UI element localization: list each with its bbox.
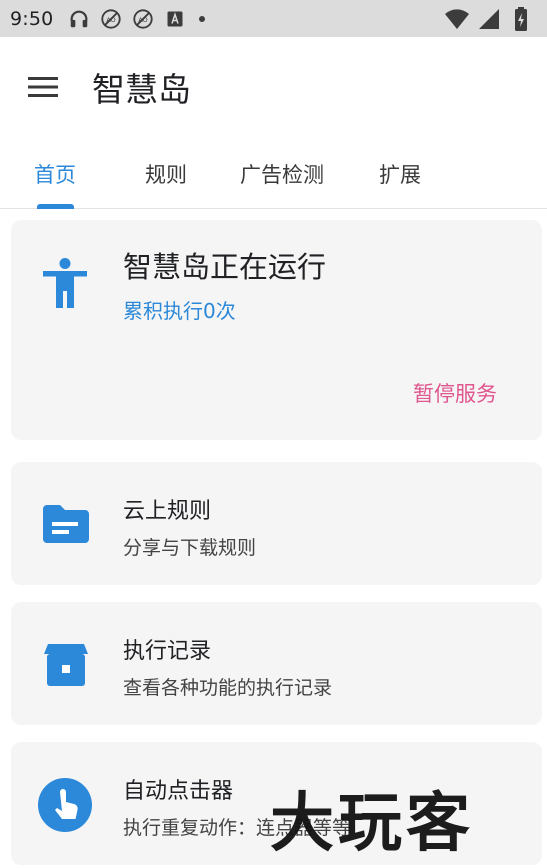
- pause-service-button[interactable]: 暂停服务: [413, 378, 497, 408]
- service-status-title: 智慧岛正在运行: [123, 250, 327, 284]
- svg-text:AO: AO: [107, 15, 116, 23]
- accessibility-icon: [40, 258, 90, 308]
- execution-count: 累积执行0次: [123, 299, 236, 323]
- card-subtitle: 分享与下载规则: [123, 537, 257, 559]
- no-signal-icon: AO: [99, 7, 123, 31]
- app-title: 智慧岛: [92, 70, 191, 109]
- tab-rules[interactable]: 规则: [145, 150, 187, 208]
- hamburger-menu-icon[interactable]: [25, 69, 61, 105]
- auto-clicker-card[interactable]: 自动点击器 执行重复动作：连点器等等: [11, 742, 542, 865]
- card-title: 云上规则: [123, 499, 212, 524]
- battery-icon: [509, 7, 533, 31]
- tap-hand-icon: [38, 778, 92, 832]
- text-icon: [163, 7, 187, 31]
- wifi-icon: [445, 7, 469, 31]
- service-status-card: 智慧岛正在运行 累积执行0次 暂停服务: [11, 220, 542, 440]
- archive-icon: [41, 640, 91, 690]
- headphones-icon: [67, 7, 91, 31]
- card-subtitle: 查看各种功能的执行记录: [123, 677, 333, 699]
- tab-home[interactable]: 首页: [34, 150, 76, 208]
- app-bar: 智慧岛: [0, 37, 547, 137]
- svg-text:AO: AO: [139, 15, 148, 23]
- execution-log-card[interactable]: 执行记录 查看各种功能的执行记录: [11, 602, 542, 725]
- status-time: 9:50: [10, 7, 54, 30]
- folder-icon: [41, 499, 91, 549]
- card-title: 自动点击器: [123, 779, 234, 804]
- status-bar: 9:50 AO AO: [0, 0, 547, 37]
- card-title: 执行记录: [123, 639, 212, 664]
- cell-signal-icon: [477, 7, 501, 31]
- card-subtitle: 执行重复动作：连点器等等: [123, 817, 352, 839]
- tab-bar: 首页 规则 广告检测 扩展: [0, 150, 547, 209]
- tab-extensions[interactable]: 扩展: [379, 150, 421, 208]
- tab-active-indicator: [37, 204, 74, 209]
- status-icons-left: AO AO: [67, 7, 206, 31]
- tab-ad-detection[interactable]: 广告检测: [240, 150, 324, 208]
- no-signal-icon: AO: [131, 7, 155, 31]
- cloud-rules-card[interactable]: 云上规则 分享与下载规则: [11, 462, 542, 585]
- status-icons-right: [445, 7, 533, 31]
- dot-icon: [199, 15, 206, 22]
